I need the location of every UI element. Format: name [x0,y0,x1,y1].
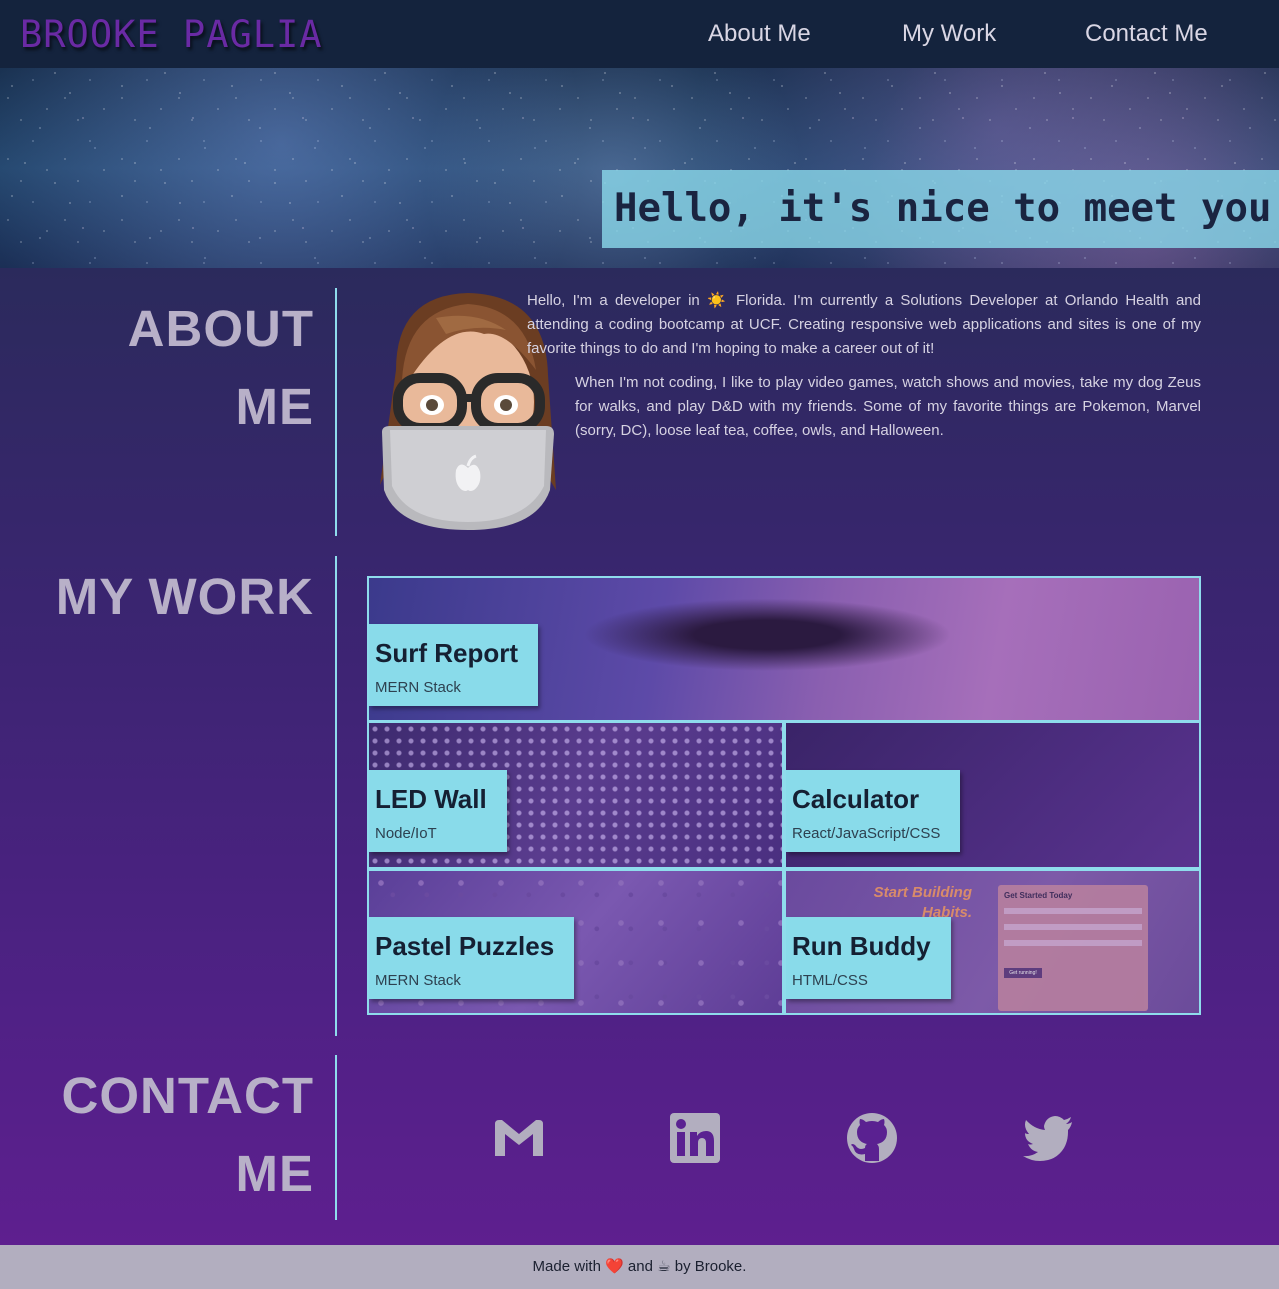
project-name: Pastel Puzzles [375,931,555,961]
about-section-title: ABOUT ME [54,290,314,446]
work-section-title: MY WORK [55,568,314,625]
run-buddy-form-preview: Get Started Today Get running! [998,885,1148,1011]
project-label: Run Buddy HTML/CSS [786,917,951,999]
project-tech: MERN Stack [375,679,461,696]
footer-text: Made with ❤️ and ☕ by Brooke. [532,1258,747,1275]
project-tech: HTML/CSS [792,972,868,989]
greeting-box: Hello, it's nice to meet you [602,170,1279,248]
nav-link-contact[interactable]: Contact Me [1085,20,1208,48]
project-tech: MERN Stack [375,972,461,989]
contact-title-line1: CONTACT [61,1067,314,1124]
project-label: LED Wall Node/IoT [369,770,507,852]
contact-divider [335,1055,337,1220]
project-card-pastel-puzzles[interactable]: Pastel Puzzles MERN Stack [369,871,782,1013]
form-field-preview [1004,940,1142,946]
form-field-preview [1004,924,1142,930]
greeting-text: Hello, it's nice to meet you [614,186,1272,231]
run-buddy-headline-line1: Start Building [873,884,972,901]
project-card-run-buddy[interactable]: Start Building Habits. Get Started Today… [786,871,1199,1013]
contact-section-title: CONTACT ME [14,1057,314,1213]
brand-logo[interactable]: BROOKE PAGLIA [20,13,323,56]
project-name: Run Buddy [792,931,931,961]
about-paragraph-2: When I'm not coding, I like to play vide… [575,374,1201,439]
project-card-led-wall[interactable]: LED Wall Node/IoT [369,723,782,867]
work-divider [335,556,337,1036]
github-icon[interactable] [846,1112,898,1164]
project-label: Pastel Puzzles MERN Stack [369,917,575,999]
about-paragraph-1: Hello, I'm a developer in ☀️ Florida. I'… [527,292,1201,357]
linkedin-icon[interactable] [669,1112,721,1164]
top-navbar: BROOKE PAGLIA About Me My Work Contact M… [0,0,1279,68]
hero-banner: Hello, it's nice to meet you [0,68,1279,268]
project-name: LED Wall [375,784,487,814]
project-tech: Node/IoT [375,825,437,842]
gmail-icon[interactable] [493,1112,545,1164]
twitter-icon[interactable] [1022,1112,1074,1164]
about-title-line2: ME [235,378,314,435]
project-card-surf-report[interactable]: Surf Report MERN Stack [369,578,1199,720]
about-bio: Hello, I'm a developer in ☀️ Florida. I'… [527,289,1201,443]
project-tech: React/JavaScript/CSS [792,825,941,842]
run-buddy-form-button: Get running! [1004,968,1042,978]
project-grid: Surf Report MERN Stack LED Wall Node/IoT… [367,576,1201,1015]
project-card-calculator[interactable]: Calculator React/JavaScript/CSS [786,723,1199,867]
about-title-line1: ABOUT [127,300,314,357]
contact-title-line2: ME [235,1145,314,1202]
run-buddy-form-title: Get Started Today [1004,891,1073,900]
about-divider [335,288,337,536]
project-name: Calculator [792,784,920,814]
footer: Made with ❤️ and ☕ by Brooke. [0,1245,1279,1289]
nav-link-about[interactable]: About Me [708,20,811,48]
project-label: Calculator React/JavaScript/CSS [786,770,961,852]
project-name: Surf Report [375,638,518,668]
project-label: Surf Report MERN Stack [369,624,538,706]
form-field-preview [1004,908,1142,914]
nav-link-work[interactable]: My Work [902,20,996,48]
